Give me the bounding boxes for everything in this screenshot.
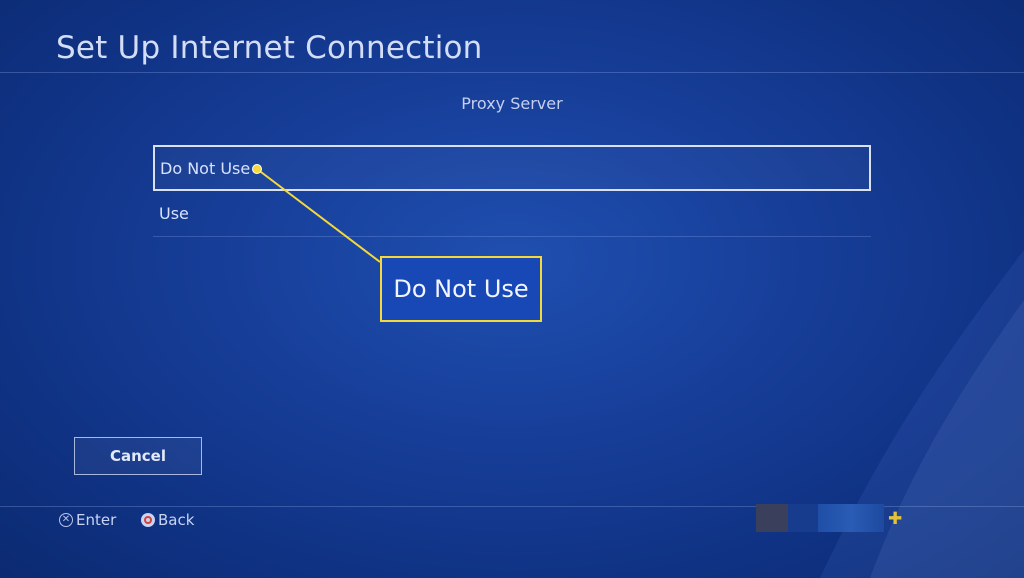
cancel-button[interactable]: Cancel <box>74 437 202 475</box>
ps4-setup-screen: Set Up Internet Connection Proxy Server … <box>0 0 1024 578</box>
back-hint: Back <box>141 510 194 530</box>
option-use[interactable]: Use <box>153 191 871 237</box>
callout-dot <box>252 164 262 174</box>
callout-annotation: Do Not Use <box>380 256 542 322</box>
option-label: Use <box>159 204 189 223</box>
section-subtitle: Proxy Server <box>461 94 563 113</box>
top-divider <box>0 72 1024 73</box>
option-label: Do Not Use <box>160 158 251 178</box>
page-title: Set Up Internet Connection <box>56 30 483 66</box>
callout-text: Do Not Use <box>393 275 529 303</box>
back-hint-label: Back <box>158 511 195 529</box>
cross-button-icon: ✕ <box>59 513 73 527</box>
circle-button-icon <box>141 513 155 527</box>
enter-hint: ✕ Enter <box>59 510 116 530</box>
enter-hint-label: Enter <box>76 511 117 529</box>
status-blur-block <box>788 504 818 532</box>
status-blur-block <box>818 504 884 532</box>
plus-icon: ✚ <box>888 509 903 529</box>
status-blur-block <box>756 504 788 532</box>
